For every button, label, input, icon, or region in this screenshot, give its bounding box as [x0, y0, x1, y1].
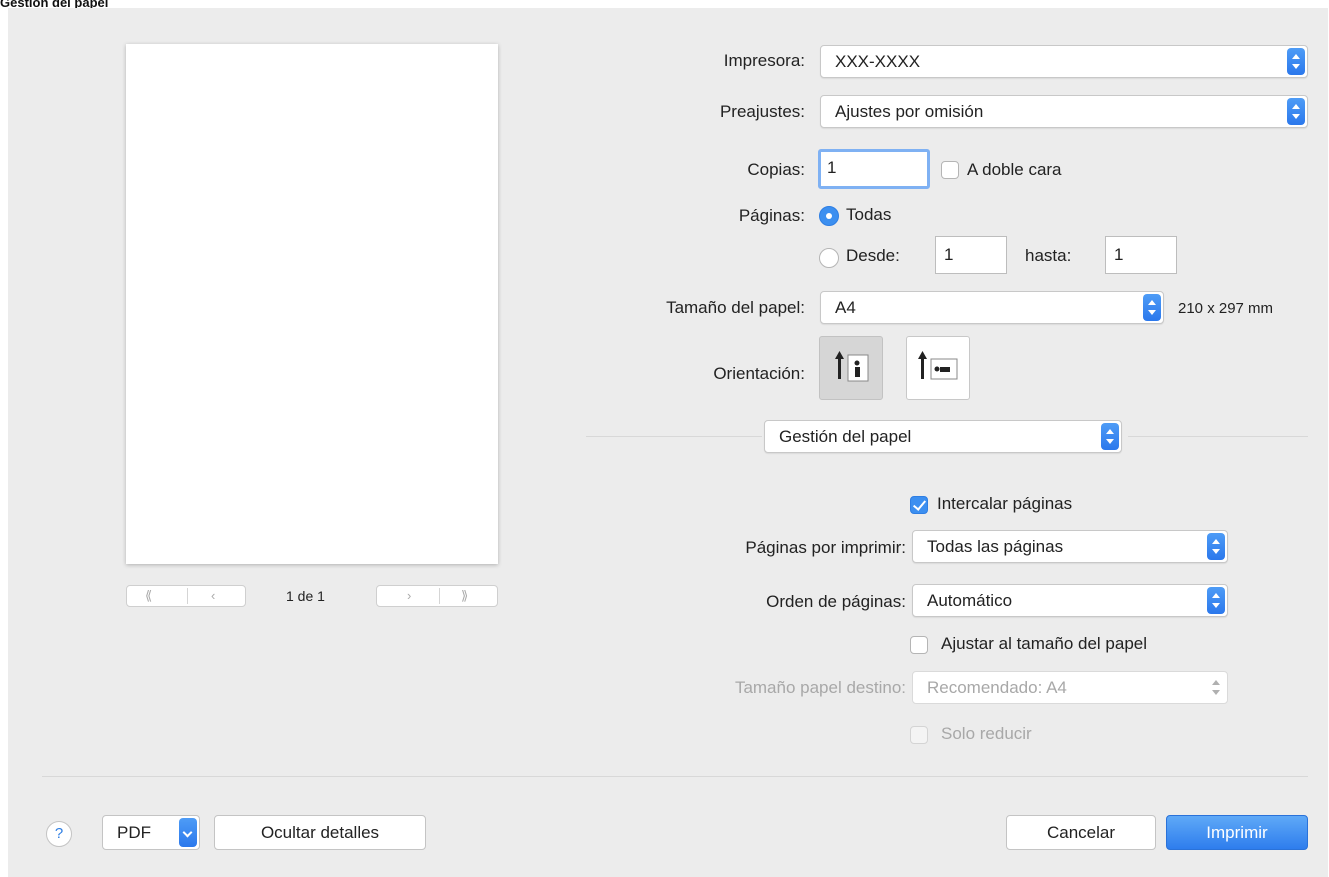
copies-label: Copias:	[747, 160, 805, 179]
presets-popup[interactable]: Ajustes por omisión	[820, 95, 1308, 128]
duplex-label: A doble cara	[967, 160, 1062, 179]
paper-size-popup[interactable]: A4	[820, 291, 1164, 324]
pages-label: Páginas:	[738, 206, 805, 225]
destination-size-value: Recomendado: A4	[927, 678, 1067, 697]
pages-from-field[interactable]: 1	[935, 236, 1007, 274]
hide-details-button[interactable]: Ocultar detalles	[214, 815, 426, 850]
destination-size-popup[interactable]: Recomendado: A4	[912, 671, 1228, 704]
scale-down-only-checkbox[interactable]	[910, 726, 928, 744]
help-button[interactable]: ?	[46, 821, 72, 847]
section-divider	[1128, 436, 1308, 437]
print-dialog: ⟪ ‹ 1 de 1 › ⟫ Impresora: XXX-XXXX Preaj…	[8, 8, 1328, 877]
printer-label: Impresora:	[723, 51, 805, 70]
page-order-popup[interactable]: Automático	[912, 584, 1228, 617]
orientation-landscape-button[interactable]	[906, 336, 970, 400]
pages-to-print-value: Todas las páginas	[927, 537, 1064, 556]
chevron-down-icon	[179, 818, 197, 847]
portrait-icon	[835, 351, 869, 382]
collate-label: Intercalar páginas	[937, 494, 1073, 513]
printer-value: XXX-XXXX	[835, 52, 921, 71]
pages-to-print-popup[interactable]: Todas las páginas	[912, 530, 1228, 563]
pages-range-radio[interactable]	[819, 248, 839, 268]
pages-all-label: Todas	[846, 205, 892, 224]
footer-divider	[42, 776, 1308, 777]
cancel-button[interactable]: Cancelar	[1006, 815, 1156, 850]
presets-label: Preajustes:	[719, 102, 805, 121]
help-icon: ?	[54, 825, 64, 842]
print-button[interactable]: Imprimir	[1166, 815, 1308, 850]
scale-to-fit-checkbox[interactable]	[910, 636, 928, 654]
section-divider	[586, 436, 762, 437]
scale-to-fit-label: Ajustar al tamaño del papel	[941, 634, 1148, 653]
pages-to-print-label: Páginas por imprimir:	[745, 538, 906, 557]
paper-size-label: Tamaño del papel:	[666, 298, 805, 317]
window-title: Gestión del papel	[0, 0, 109, 8]
orientation-portrait-button[interactable]	[819, 336, 883, 400]
section-value: Gestión del papel	[779, 427, 912, 446]
paper-size-value: A4	[835, 298, 856, 317]
chevron-updown-icon	[1101, 423, 1119, 450]
landscape-icon	[918, 351, 958, 380]
page-order-value: Automático	[927, 591, 1013, 610]
presets-value: Ajustes por omisión	[835, 102, 984, 121]
collate-checkbox[interactable]	[910, 496, 928, 514]
first-page-icon[interactable]: ⟪	[145, 588, 152, 604]
pages-all-radio[interactable]	[819, 206, 839, 226]
chevron-updown-icon	[1287, 48, 1305, 75]
scale-down-only-label: Solo reducir	[941, 724, 1032, 743]
printer-popup[interactable]: XXX-XXXX	[820, 45, 1308, 78]
pdf-label: PDF	[117, 823, 151, 842]
pages-from-label: Desde:	[846, 246, 900, 265]
page-order-label: Orden de páginas:	[766, 592, 906, 611]
orientation-label: Orientación:	[713, 364, 805, 383]
destination-size-label: Tamaño papel destino:	[734, 678, 906, 697]
prev-page-icon[interactable]: ‹	[211, 588, 215, 603]
copies-field[interactable]: 1	[818, 149, 930, 189]
chevron-updown-icon	[1207, 587, 1225, 614]
page-indicator: 1 de 1	[286, 588, 325, 604]
preview-prev-nav[interactable]: ⟪ ‹	[126, 585, 246, 607]
next-page-icon[interactable]: ›	[407, 588, 411, 603]
duplex-checkbox[interactable]	[941, 161, 959, 179]
pages-to-label: hasta:	[1025, 246, 1072, 265]
last-page-icon[interactable]: ⟫	[461, 588, 468, 604]
pdf-menu-button[interactable]: PDF	[102, 815, 200, 850]
pages-to-field[interactable]: 1	[1105, 236, 1177, 274]
section-popup[interactable]: Gestión del papel	[764, 420, 1122, 453]
chevron-updown-icon	[1207, 533, 1225, 560]
chevron-updown-icon	[1207, 674, 1225, 701]
paper-size-dimensions: 210 x 297 mm	[1178, 300, 1274, 317]
preview-next-nav[interactable]: › ⟫	[376, 585, 498, 607]
chevron-updown-icon	[1287, 98, 1305, 125]
chevron-updown-icon	[1143, 294, 1161, 321]
page-preview	[126, 44, 498, 564]
